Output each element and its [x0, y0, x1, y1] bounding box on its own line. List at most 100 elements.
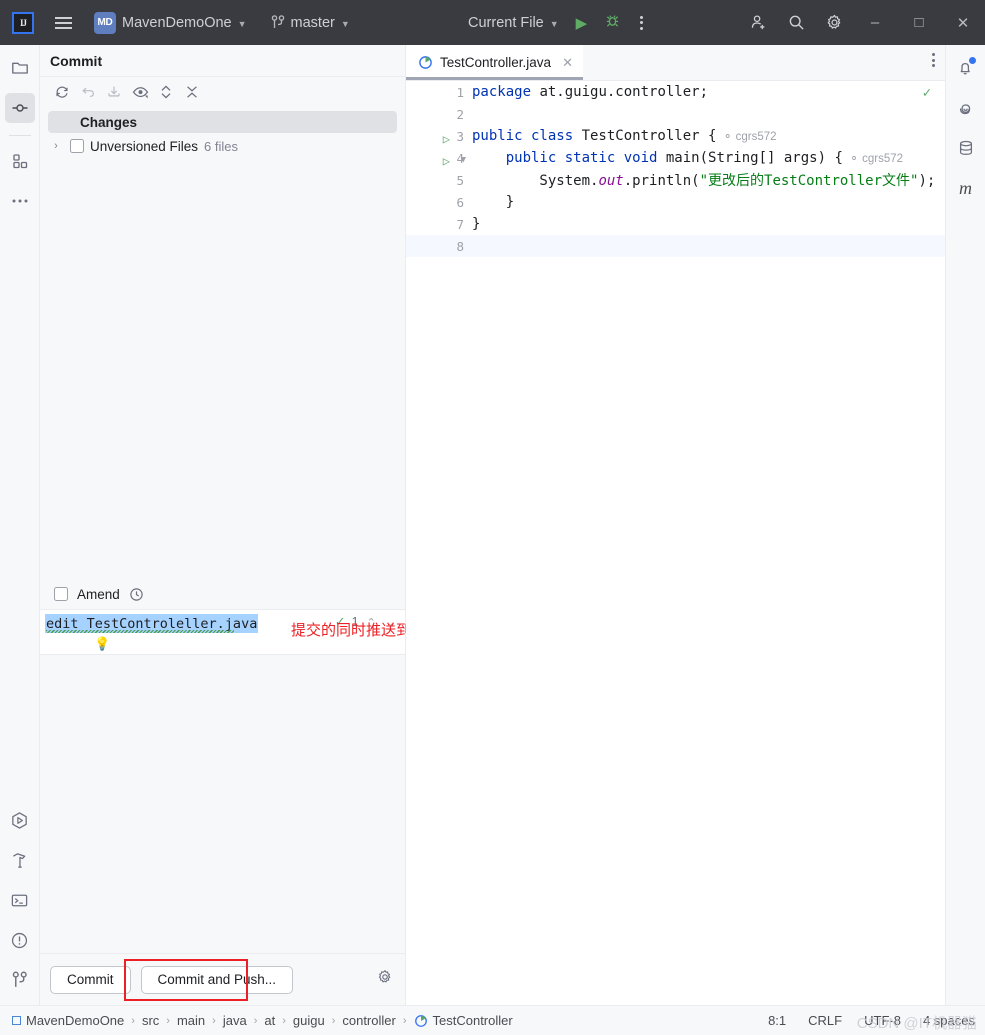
breadcrumb-item[interactable]: java [223, 1013, 247, 1028]
code-line[interactable]: 8 [406, 235, 945, 257]
line-number: 1 [456, 84, 464, 100]
left-tool-stripe [0, 45, 40, 1005]
code-line[interactable]: 1 package at.guigu.controller; [406, 81, 945, 103]
clock-history-icon[interactable] [129, 587, 144, 602]
maven-m-icon[interactable]: m [951, 173, 981, 203]
sidebar-item-problems[interactable] [5, 925, 35, 955]
breadcrumb-item[interactable]: guigu [293, 1013, 325, 1028]
add-account-icon[interactable] [739, 0, 777, 45]
refresh-icon[interactable] [50, 80, 74, 104]
code-text: } [470, 216, 480, 232]
breadcrumb-label: controller [342, 1013, 396, 1028]
commit-panel-title: Commit [40, 45, 405, 77]
sidebar-item-git[interactable] [5, 965, 35, 995]
maximize-button[interactable]: □ [897, 0, 941, 45]
search-icon[interactable] [777, 0, 815, 45]
code-line[interactable]: 4 ▷ ▼ public static void main(String[] arg… [406, 147, 945, 169]
caret-position[interactable]: 8:1 [768, 1013, 786, 1028]
breadcrumb-label: java [222, 1013, 247, 1028]
line-number: 7 [456, 216, 464, 232]
unversioned-files-checkbox[interactable] [70, 139, 84, 153]
code-line[interactable]: 3 ▷ public class TestController { ⚬ cgrs57… [406, 125, 945, 147]
breadcrumb-item[interactable]: at [264, 1013, 275, 1028]
commit-and-push-button[interactable]: Commit and Push... [140, 965, 294, 994]
commit-panel-toolbar [40, 77, 405, 107]
branch-name-label: master [290, 14, 335, 31]
download-icon[interactable] [102, 80, 126, 104]
eye-icon[interactable] [128, 80, 152, 104]
breadcrumb-label: TestController [432, 1013, 513, 1028]
line-number: 2 [456, 106, 464, 122]
breadcrumb-label: at [264, 1013, 276, 1028]
branch-selector[interactable]: master ▼ [265, 11, 356, 35]
code-line[interactable]: 2 [406, 103, 945, 125]
spellcheck-squiggle [46, 630, 234, 633]
sidebar-item-commit[interactable] [4, 93, 35, 123]
breadcrumb-item[interactable]: TestController [414, 1013, 513, 1028]
main-menu-button[interactable] [46, 6, 80, 40]
sidebar-item-structure[interactable] [5, 146, 35, 176]
sidebar-item-build[interactable] [5, 845, 35, 875]
amend-checkbox[interactable] [54, 587, 68, 601]
title-bar: IJ MD MavenDemoOne ▼ master ▼ Current Fi… [0, 0, 985, 45]
breadcrumb-separator: › [331, 1014, 336, 1027]
code-line[interactable]: 5 System.out.println("更改后的TestController… [406, 169, 945, 191]
commit-panel-filler: 提交的同时推送到远程仓库 [40, 622, 471, 953]
gutter-run-icon[interactable]: ▷ [443, 154, 450, 168]
sidebar-item-terminal[interactable] [5, 885, 35, 915]
stripe-divider [8, 135, 31, 136]
run-configuration-selector[interactable]: Current File ▼ [462, 11, 565, 35]
editor-options-icon[interactable] [932, 53, 935, 67]
breadcrumb-separator: › [402, 1014, 407, 1027]
run-icon[interactable]: ▶ [569, 11, 595, 35]
indent-setting[interactable]: 4 spaces [923, 1013, 975, 1028]
changes-group-row[interactable]: Changes [48, 111, 397, 133]
java-class-icon [418, 55, 433, 70]
code-line[interactable]: 6 } [406, 191, 945, 213]
inlay-author-hint: ⚬ cgrs572 [842, 153, 904, 165]
more-run-options-icon[interactable] [631, 10, 652, 36]
breadcrumb-item[interactable]: src [142, 1013, 159, 1028]
chevron-right-icon[interactable]: › [48, 140, 64, 152]
breadcrumb-item[interactable]: controller [342, 1013, 395, 1028]
breadcrumb-separator: › [282, 1014, 286, 1027]
unversioned-files-row[interactable]: › Unversioned Files 6 files [40, 133, 405, 159]
breadcrumb-item[interactable]: main [177, 1013, 205, 1028]
commit-buttons-bar: Commit Commit and Push... [40, 953, 405, 1005]
expand-collapse-icon[interactable] [154, 80, 178, 104]
chevron-down-icon: ▼ [340, 18, 350, 29]
code-line[interactable]: 7} [406, 213, 945, 235]
editor-tab-bar: TestController.java ✕ [406, 45, 945, 81]
code-token: ); [918, 173, 936, 189]
changes-group-label: Changes [80, 114, 138, 130]
line-separator[interactable]: CRLF [808, 1013, 842, 1028]
notifications-bell-icon[interactable] [951, 53, 981, 83]
project-selector[interactable]: MavenDemoOne ▼ [116, 11, 253, 35]
close-icon[interactable]: ✕ [562, 55, 573, 71]
gutter-fold-icon[interactable]: ▼ [461, 155, 466, 165]
code-text: } [470, 194, 514, 210]
sidebar-item-more[interactable] [5, 186, 35, 216]
breadcrumb-item[interactable]: MavenDemoOne [12, 1013, 124, 1028]
collapse-all-icon[interactable] [180, 80, 204, 104]
code-editor[interactable]: ✓ 1 package at.guigu.controller; 2 3 ▷ public… [406, 81, 945, 1005]
chevron-down-icon: ▼ [237, 18, 247, 29]
debug-icon[interactable] [598, 10, 627, 35]
close-button[interactable]: ✕ [941, 0, 985, 45]
unversioned-files-label: Unversioned Files [90, 138, 199, 154]
minimize-button[interactable]: – [853, 0, 897, 45]
breadcrumb-label: src [141, 1013, 160, 1028]
file-encoding[interactable]: UTF-8 [864, 1013, 901, 1028]
sidebar-item-project[interactable] [5, 53, 35, 83]
lightbulb-icon[interactable]: 💡 [94, 636, 110, 652]
sidebar-item-run[interactable] [5, 805, 35, 835]
commit-button[interactable]: Commit [50, 965, 131, 994]
ai-assistant-spiral-icon[interactable] [951, 93, 981, 123]
commit-settings-gear-icon[interactable] [377, 969, 393, 990]
gutter-run-icon[interactable]: ▷ [443, 132, 450, 146]
database-icon[interactable] [951, 133, 981, 163]
tab-testcontroller-java[interactable]: TestController.java ✕ [406, 45, 583, 80]
gear-icon[interactable] [815, 0, 853, 45]
amend-label: Amend [77, 586, 120, 602]
rollback-icon[interactable] [76, 80, 100, 104]
